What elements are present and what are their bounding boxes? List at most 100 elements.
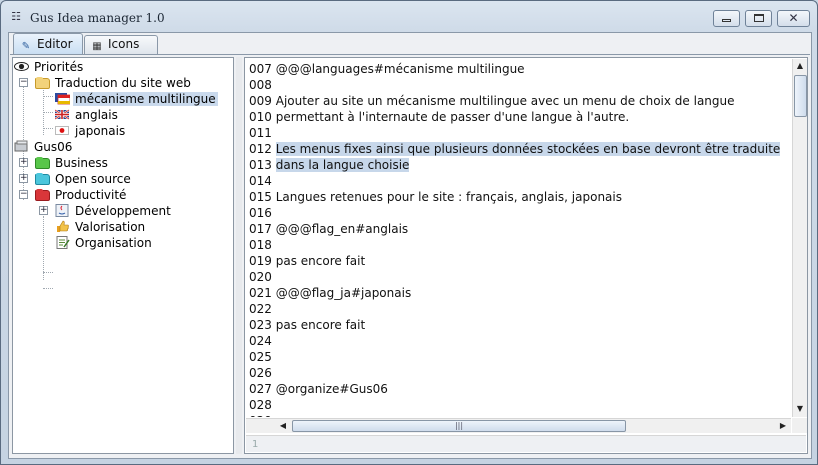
editor-line[interactable]: 027 @organize#Gus06: [249, 381, 388, 397]
line-number: 027: [249, 382, 272, 396]
tree-label: Organisation: [75, 236, 152, 250]
flag-japan-icon: [55, 124, 70, 137]
expand-toggle[interactable]: +: [39, 206, 48, 215]
line-separator: [272, 350, 276, 364]
close-button[interactable]: ✕: [777, 10, 810, 27]
line-separator: [272, 270, 276, 284]
editor-line[interactable]: 019 pas encore fait: [249, 253, 365, 269]
editor-line[interactable]: 026: [249, 365, 276, 381]
scroll-corner: [792, 418, 807, 433]
line-number: 029: [249, 414, 272, 417]
editor-line[interactable]: 012 Les menus fixes ainsi que plusieurs …: [249, 141, 781, 157]
scroll-right-icon[interactable]: ▶: [776, 419, 790, 433]
tree-node-business[interactable]: Business: [35, 155, 110, 171]
tree-label: Open source: [55, 172, 131, 186]
tree-node-mecanisme[interactable]: mécanisme multilingue: [55, 91, 218, 107]
line-text: @organize#Gus06: [275, 382, 388, 396]
editor-line[interactable]: 016: [249, 205, 276, 221]
line-text: permettant à l'internaute de passer d'un…: [275, 110, 630, 124]
line-number: 019: [249, 254, 272, 268]
expand-toggle[interactable]: +: [19, 174, 28, 183]
editor-line[interactable]: 015 Langues retenues pour le site : fran…: [249, 189, 622, 205]
vertical-scroll-thumb[interactable]: [794, 75, 807, 117]
tree-node-organisation[interactable]: Organisation: [55, 235, 154, 251]
line-number: 026: [249, 366, 272, 380]
line-separator: [272, 174, 276, 188]
tree-label: Priorités: [34, 60, 84, 74]
tab-editor[interactable]: ✎ Editor: [13, 33, 83, 55]
line-number: 015: [249, 190, 272, 204]
line-number: 008: [249, 78, 272, 92]
editor-line[interactable]: 014: [249, 173, 276, 189]
editor-line[interactable]: 011: [249, 125, 276, 141]
editor-line[interactable]: 021 @@@flag_ja#japonais: [249, 285, 411, 301]
editor-line[interactable]: 023 pas encore fait: [249, 317, 365, 333]
editor-line[interactable]: 024: [249, 333, 276, 349]
tree-node-developpement[interactable]: Développement: [55, 203, 173, 219]
window-title: Gus Idea manager 1.0: [30, 11, 165, 25]
editor-line[interactable]: 009 Ajouter au site un mécanisme multili…: [249, 93, 735, 109]
title-bar[interactable]: ☷ Gus Idea manager 1.0 ✕: [1, 1, 817, 31]
split-pane-divider[interactable]: [236, 57, 242, 454]
editor-line[interactable]: 018: [249, 237, 276, 253]
scroll-left-icon[interactable]: ◀: [276, 419, 290, 433]
tree-node-priorites[interactable]: Priorités: [14, 59, 85, 75]
app-window: ☷ Gus Idea manager 1.0 ✕ ✎ Editor ▦ Icons: [0, 0, 818, 465]
collapse-toggle[interactable]: −: [19, 78, 28, 87]
editor-line[interactable]: 020: [249, 269, 276, 285]
tree-connector: [43, 272, 53, 273]
tree-label: Valorisation: [75, 220, 146, 234]
tab-icons-label: Icons: [108, 37, 140, 51]
grid-icon: ▦: [92, 41, 102, 52]
editor-line[interactable]: 017 @@@flag_en#anglais: [249, 221, 408, 237]
tree-connector: [43, 112, 53, 113]
line-number: 007: [249, 62, 272, 76]
editor-line[interactable]: 022: [249, 301, 276, 317]
vertical-scrollbar[interactable]: ▲ ▼: [792, 59, 807, 417]
horizontal-scroll-thumb[interactable]: |||: [292, 420, 626, 432]
tree-label: Traduction du site web: [55, 76, 191, 90]
editor-line[interactable]: 013 dans la langue choisie: [249, 157, 410, 173]
editor-line[interactable]: 028: [249, 397, 276, 413]
editor-line[interactable]: 010 permettant à l'internaute de passer …: [249, 109, 629, 125]
tree-label: mécanisme multilingue: [73, 92, 218, 106]
collapse-toggle[interactable]: −: [19, 190, 28, 199]
text-editor[interactable]: 007 @@@languages#mécanisme multilingue 00…: [244, 57, 808, 454]
line-separator: [272, 238, 276, 252]
tree-node-japonais[interactable]: japonais: [55, 123, 127, 139]
line-number: 018: [249, 238, 272, 252]
tree-connector: [43, 216, 44, 280]
app-icon: ☷: [11, 10, 21, 23]
tree-node-productivite[interactable]: Productivité: [35, 187, 128, 203]
selected-line-text: Les menus fixes ainsi que plusieurs donn…: [275, 142, 781, 156]
editor-line[interactable]: 025: [249, 349, 276, 365]
line-number: 009: [249, 94, 272, 108]
minimize-button[interactable]: [713, 10, 740, 27]
tree-node-traduction[interactable]: Traduction du site web: [35, 75, 193, 91]
horizontal-scrollbar[interactable]: ◀ ||| ▶: [246, 418, 791, 433]
tab-icons[interactable]: ▦ Icons: [84, 35, 158, 54]
line-separator: [272, 398, 276, 412]
scroll-up-icon[interactable]: ▲: [793, 59, 807, 73]
editor-text-area[interactable]: 007 @@@languages#mécanisme multilingue 00…: [246, 59, 791, 417]
maximize-button[interactable]: [745, 10, 772, 27]
line-text: @@@languages#mécanisme multilingue: [275, 62, 525, 76]
tree-node-anglais[interactable]: anglais: [54, 107, 120, 123]
editor-line[interactable]: 008: [249, 77, 276, 93]
idea-tree[interactable]: Priorités − Traduction du site web mécan…: [12, 57, 234, 454]
eye-icon: [14, 60, 29, 73]
editor-line[interactable]: 029: [249, 413, 276, 417]
line-number: 024: [249, 334, 272, 348]
scroll-down-icon[interactable]: ▼: [793, 402, 807, 416]
tree-node-open-source[interactable]: Open source: [35, 171, 133, 187]
expand-toggle[interactable]: +: [19, 158, 28, 167]
tree-node-gus06[interactable]: Gus06: [14, 139, 74, 155]
tab-editor-label: Editor: [37, 37, 73, 51]
edit-icon: ✎: [21, 41, 31, 52]
languages-flag-icon: [55, 92, 71, 105]
tree-label: Business: [55, 156, 108, 170]
editor-line[interactable]: 007 @@@languages#mécanisme multilingue: [249, 61, 525, 77]
tree-node-valorisation[interactable]: Valorisation: [55, 219, 147, 235]
line-number: 017: [249, 222, 272, 236]
editor-tab-panel: Priorités − Traduction du site web mécan…: [10, 54, 810, 457]
